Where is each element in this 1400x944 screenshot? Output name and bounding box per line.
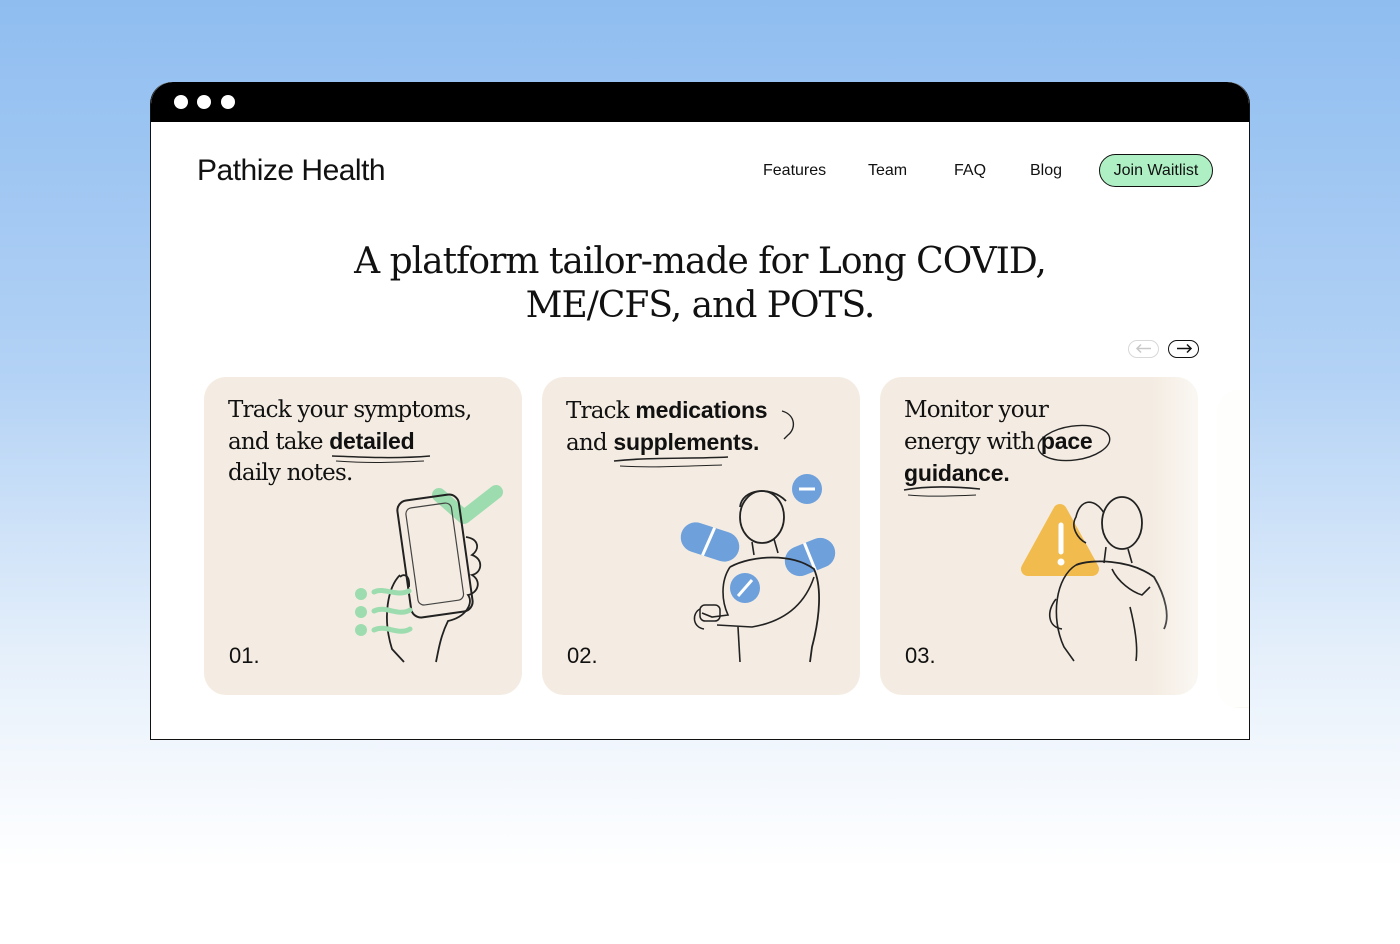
card-2-line-2: and supplements. [566,427,846,459]
hero-line-1: A platform tailor-made for Long COVID, [354,241,1047,282]
carousel-fade-overlay [1151,377,1249,707]
card-1-line-2-text: and take [228,429,330,455]
window-dot-icon [197,95,211,109]
card-2-line-2-text: and [566,430,614,456]
card-2-bold-1: medications [635,397,768,423]
hero-line-2: ME/CFS, and POTS. [525,285,876,326]
card-2-text: Track medications and supplements. [566,395,846,459]
feature-card-medications[interactable]: Track medications and supplements. 02. [542,377,860,695]
card-2-number: 02. [567,643,598,668]
card-1-line-2: and take detailed [228,426,508,458]
card-1-text: Track your symptoms, and take detailed d… [228,395,508,489]
browser-window: Pathize Health Features Team FAQ Blog Jo… [150,82,1250,740]
feature-card-symptoms[interactable]: Track your symptoms, and take detailed d… [204,377,522,695]
card-3-line-3: guidance. [904,458,1184,490]
nav-link-blog[interactable]: Blog [1030,162,1062,180]
card-1-bold: detailed [329,428,415,454]
nav-link-features[interactable]: Features [763,162,826,180]
card-3-line-1: Monitor your [904,397,1049,423]
card-3-bold-1: pace [1040,428,1093,454]
card-3-text: Monitor your energy with pace guidance. [904,395,1184,490]
card-1-line-1: Track your symptoms, [228,397,472,423]
hero-headline: A platform tailor-made for Long COVID, M… [151,240,1249,328]
nav-link-team[interactable]: Team [868,162,907,180]
carousel-next-button[interactable] [1168,340,1199,358]
card-3-line-2: energy with pace [904,426,1184,458]
arrow-right-icon [1176,343,1192,354]
brand-logo[interactable]: Pathize Health [197,154,386,188]
card-2-bold-2: supplements. [613,429,760,455]
card-1-line-3: daily notes. [228,460,353,486]
card-3-bold-2: guidance. [904,460,1010,486]
carousel-prev-button[interactable] [1128,340,1159,358]
nav-link-faq[interactable]: FAQ [954,162,986,180]
window-titlebar [151,82,1249,122]
window-dot-icon [221,95,235,109]
join-waitlist-button[interactable]: Join Waitlist [1099,154,1213,187]
card-3-line-2-text: energy with [904,429,1041,455]
card-2-line-1-text: Track [566,398,636,424]
card-1-number: 01. [229,643,260,668]
window-dot-icon [174,95,188,109]
arrow-left-icon [1135,343,1151,354]
card-2-line-1: Track medications [566,395,846,427]
card-3-number: 03. [905,643,936,668]
